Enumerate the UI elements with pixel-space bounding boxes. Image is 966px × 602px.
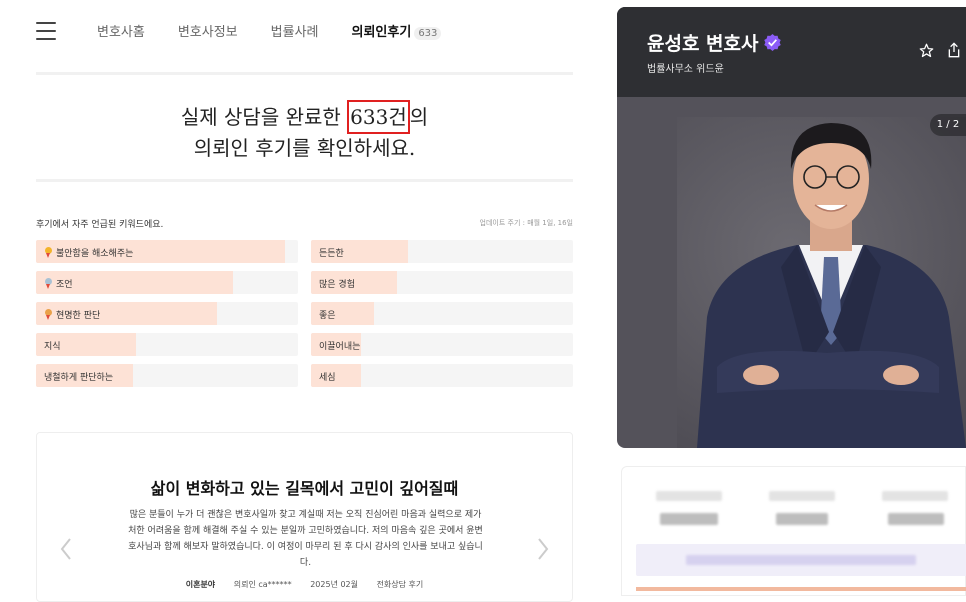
keyword-label: 세심 xyxy=(319,373,336,383)
keyword-label: 지식 xyxy=(44,342,61,352)
keyword-item[interactable]: 지식 xyxy=(36,333,298,356)
keyword-item[interactable]: 세심 xyxy=(311,364,573,387)
keywords-update-note: 업데이트 주기 : 매월 1일, 16일 xyxy=(479,219,573,227)
keyword-text: 이끌어내는 xyxy=(319,339,360,352)
prev-review-button[interactable] xyxy=(59,537,73,561)
blurred-stat-value xyxy=(888,513,944,525)
profile-tabs: 변호사홈 변호사정보 법률사례 의뢰인후기 633 xyxy=(97,21,474,40)
keywords-title: 후기에서 자주 언급된 키워드에요. xyxy=(36,220,164,230)
keyword-text: 냉철하게 판단하는 xyxy=(44,370,113,383)
keyword-text: 불안함을 해소해주는 xyxy=(44,246,133,259)
review-title: 삶이 변화하고 있는 길목에서 고민이 깊어질때 xyxy=(150,479,459,498)
review-category: 이혼분야 xyxy=(185,580,216,589)
review-count-highlight: 633건 xyxy=(347,100,410,134)
tab-lawyer-home[interactable]: 변호사홈 xyxy=(97,21,145,40)
tab-client-reviews-label: 의뢰인후기 xyxy=(351,25,412,40)
keyword-item[interactable]: 조언 xyxy=(36,271,298,294)
bronze-medal-icon xyxy=(44,309,53,320)
lawyer-name-row: 윤성호 변호사 xyxy=(647,29,781,56)
keyword-text: 좋은 xyxy=(319,308,336,321)
review-body: 많은 분들이 누가 더 괜찮은 변호사일까 찾고 계실때 저는 오직 진심어린 … xyxy=(128,510,483,568)
lawyer-photo xyxy=(677,117,966,448)
lawyer-name: 윤성호 변호사 xyxy=(647,33,759,55)
keyword-text: 든든한 xyxy=(319,246,344,259)
headline-suffix: 의 xyxy=(409,105,429,129)
review-client: 의뢰인 ca****** xyxy=(233,580,292,589)
bookmark-star-icon[interactable] xyxy=(919,43,934,58)
tab-lawyer-info[interactable]: 변호사정보 xyxy=(178,21,238,40)
blurred-stat-value xyxy=(660,513,718,525)
blurred-notice-text xyxy=(686,555,916,565)
headline-prefix: 실제 상담을 완료한 xyxy=(180,105,348,129)
accent-bar xyxy=(636,587,966,591)
keyword-item[interactable]: 좋은 xyxy=(311,302,573,325)
keyword-label: 냉철하게 판단하는 xyxy=(44,373,114,383)
review-type: 전화상담 후기 xyxy=(376,580,424,589)
keyword-label: 든든한 xyxy=(319,249,344,259)
keyword-text: 지식 xyxy=(44,339,61,352)
review-card: 삶이 변화하고 있는 길목에서 고민이 깊어질때 많은 분들이 누가 더 괜찮은… xyxy=(36,432,573,602)
tab-client-reviews[interactable]: 의뢰인후기 633 xyxy=(352,21,442,40)
review-count-badge: 633 xyxy=(414,27,442,40)
keyword-label: 현명한 판단 xyxy=(56,311,101,321)
blurred-stat-label xyxy=(769,491,835,501)
photo-page-indicator: 1 / 2 xyxy=(930,114,966,136)
keyword-item[interactable]: 든든한 xyxy=(311,240,573,263)
reviews-headline: 실제 상담을 완료한 633건 의 의뢰인 후기를 확인하세요. xyxy=(36,100,573,162)
blurred-stat-value xyxy=(776,513,828,525)
law-firm-name: 법률사무소 위드윤 xyxy=(647,64,724,75)
profile-header: 윤성호 변호사 법률사무소 위드윤 xyxy=(617,7,966,97)
keyword-text: 많은 경험 xyxy=(319,277,355,290)
keyword-text: 조언 xyxy=(44,277,73,290)
keyword-label: 이끌어내는 xyxy=(319,342,361,352)
divider xyxy=(36,72,573,75)
headline-line-1: 실제 상담을 완료한 633건 의 xyxy=(36,100,573,134)
menu-icon[interactable] xyxy=(36,22,56,40)
review-date: 2025년 02월 xyxy=(310,580,359,589)
keyword-item[interactable]: 이끌어내는 xyxy=(311,333,573,356)
keyword-label: 많은 경험 xyxy=(319,280,355,290)
keyword-text: 현명한 판단 xyxy=(44,308,100,321)
blurred-stat-label xyxy=(656,491,722,501)
keyword-label: 불안함을 해소해주는 xyxy=(56,249,134,259)
lawyer-profile-card: 윤성호 변호사 법률사무소 위드윤 1 / 2 xyxy=(617,7,966,448)
chevron-right-icon xyxy=(538,538,549,560)
keyword-label: 조언 xyxy=(56,280,73,290)
tab-legal-cases[interactable]: 법률사례 xyxy=(271,21,319,40)
headline-line-2: 의뢰인 후기를 확인하세요. xyxy=(193,136,416,160)
keyword-text: 세심 xyxy=(319,370,336,383)
keyword-item[interactable]: 많은 경험 xyxy=(311,271,573,294)
blurred-notice-bar[interactable] xyxy=(636,544,966,576)
review-meta: 이혼분야 의뢰인 ca****** 2025년 02월 전화상담 후기 xyxy=(37,579,572,590)
share-icon[interactable] xyxy=(947,42,961,58)
gold-medal-icon xyxy=(44,247,53,258)
divider xyxy=(36,179,573,182)
next-review-button[interactable] xyxy=(536,537,550,561)
lawyer-stats-card xyxy=(621,466,966,596)
keyword-label: 좋은 xyxy=(319,311,336,321)
keyword-item[interactable]: 현명한 판단 xyxy=(36,302,298,325)
chevron-left-icon xyxy=(60,538,71,560)
blurred-stat-label xyxy=(882,491,948,501)
silver-medal-icon xyxy=(44,278,53,289)
left-column: 변호사홈 변호사정보 법률사례 의뢰인후기 633 실제 상담을 완료한 633건… xyxy=(0,0,610,602)
verified-badge-icon xyxy=(763,34,781,51)
keyword-item[interactable]: 냉철하게 판단하는 xyxy=(36,364,298,387)
keyword-item[interactable]: 불안함을 해소해주는 xyxy=(36,240,298,263)
